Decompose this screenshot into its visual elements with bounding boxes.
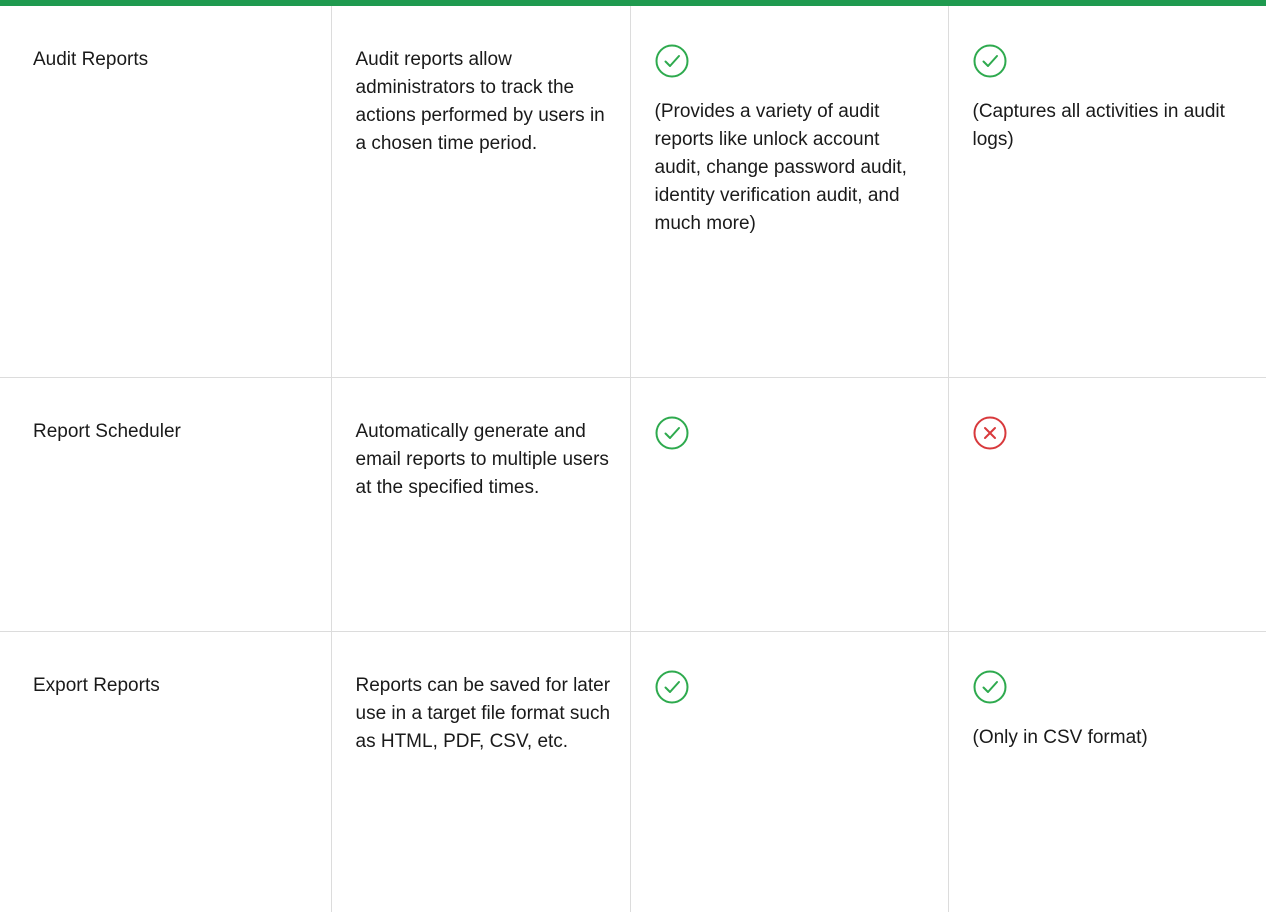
product-b-note: (Only in CSV format) [973, 724, 1247, 752]
product-b-cell: (Only in CSV format) [948, 632, 1266, 912]
feature-name: Export Reports [0, 632, 331, 912]
feature-description: Audit reports allow administrators to tr… [331, 6, 630, 378]
table-row: Audit Reports Audit reports allow admini… [0, 6, 1266, 378]
product-a-note: (Provides a variety of audit reports lik… [655, 98, 928, 238]
feature-comparison-table: Audit Reports Audit reports allow admini… [0, 6, 1266, 912]
product-b-cell [948, 378, 1266, 632]
check-circle-icon [973, 670, 1007, 704]
feature-name: Audit Reports [0, 6, 331, 378]
product-a-cell: (Provides a variety of audit reports lik… [630, 6, 948, 378]
product-b-note: (Captures all activities in audit logs) [973, 98, 1247, 154]
table-row: Export Reports Reports can be saved for … [0, 632, 1266, 912]
cross-circle-icon [973, 416, 1007, 450]
product-a-cell [630, 378, 948, 632]
product-a-cell [630, 632, 948, 912]
check-circle-icon [655, 44, 689, 78]
check-circle-icon [655, 416, 689, 450]
table-row: Report Scheduler Automatically generate … [0, 378, 1266, 632]
feature-name: Report Scheduler [0, 378, 331, 632]
feature-description: Reports can be saved for later use in a … [331, 632, 630, 912]
product-b-cell: (Captures all activities in audit logs) [948, 6, 1266, 378]
check-circle-icon [655, 670, 689, 704]
check-circle-icon [973, 44, 1007, 78]
feature-description: Automatically generate and email reports… [331, 378, 630, 632]
